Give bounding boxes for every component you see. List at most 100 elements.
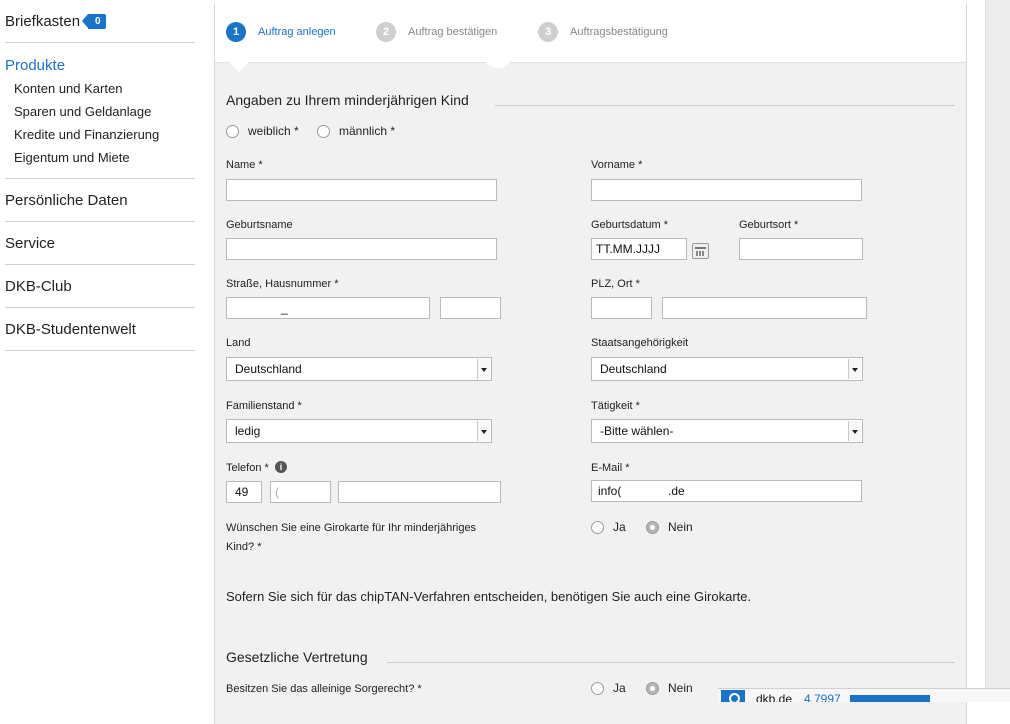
sidebar-subitem-property[interactable]: Eigentum und Miete: [14, 150, 130, 165]
step-number: 1: [226, 22, 246, 42]
zipcity-label: PLZ, Ort *: [591, 278, 640, 290]
country-select[interactable]: Deutschland: [226, 357, 492, 381]
radio-circle[interactable]: [591, 681, 604, 695]
section-title-legal: Gesetzliche Vertretung: [226, 649, 378, 665]
sidebar-item-service[interactable]: Service: [5, 235, 55, 252]
street-input[interactable]: _: [226, 297, 430, 319]
progress-steps: 1 Auftrag anlegen 2 Auftrag bestätigen 3…: [215, 4, 966, 63]
radio-circle[interactable]: [226, 124, 239, 138]
birthplace-label: Geburtsort *: [739, 219, 799, 231]
section-title-child: Angaben zu Ihrem minderjährigen Kind: [226, 92, 479, 108]
rating-popup[interactable]: dkb.de 4.7997: [718, 688, 1010, 702]
sidebar-subitem-credits[interactable]: Kredite und Finanzierung: [14, 127, 159, 142]
birthplace-input[interactable]: [739, 238, 863, 260]
scrollbar-track[interactable]: [985, 0, 1010, 701]
birthdate-input[interactable]: TT.MM.JJJJ: [591, 238, 687, 260]
nationality-select[interactable]: Deutschland: [591, 357, 863, 381]
step-label: Auftragsbestätigung: [570, 26, 668, 38]
sidebar-item-personal-data[interactable]: Persönliche Daten: [5, 192, 128, 209]
radio-label: weiblich *: [248, 124, 299, 138]
phone-area-input[interactable]: (: [270, 481, 331, 503]
radio-female[interactable]: weiblich *: [226, 124, 299, 138]
radio-custody-no[interactable]: Nein: [646, 681, 693, 695]
search-icon: [721, 690, 745, 702]
sidebar-subitem-savings[interactable]: Sparen und Geldanlage: [14, 104, 151, 119]
radio-label: Ja: [613, 681, 626, 695]
divider: [5, 264, 195, 265]
radio-label: Ja: [613, 520, 626, 534]
radio-girocard-no[interactable]: Nein: [646, 520, 693, 534]
phone-number-input[interactable]: [338, 481, 501, 503]
step-order-confirmation: 3 Auftragsbestätigung: [538, 22, 668, 42]
sidebar-item-products[interactable]: Produkte: [5, 57, 65, 74]
divider: [5, 42, 195, 43]
radio-circle[interactable]: [646, 520, 659, 534]
divider: [5, 350, 195, 351]
divider: [5, 178, 195, 179]
order-form-panel: 1 Auftrag anlegen 2 Auftrag bestätigen 3…: [214, 4, 967, 724]
active-step-pointer: [229, 62, 249, 72]
housenumber-input[interactable]: [440, 297, 501, 319]
nationality-value: Deutschland: [600, 362, 667, 376]
chevron-down-icon[interactable]: [477, 359, 490, 379]
firstname-input[interactable]: [591, 179, 862, 201]
sidebar-item-studentenwelt[interactable]: DKB-Studentenwelt: [5, 321, 136, 338]
step-label: Auftrag anlegen: [258, 26, 336, 38]
zip-input[interactable]: [591, 297, 652, 319]
chevron-down-icon[interactable]: [477, 421, 490, 441]
email-label: E-Mail *: [591, 462, 630, 474]
mailbox-count-badge: 0: [82, 14, 106, 29]
name-input[interactable]: [226, 179, 497, 201]
mailbox-label: Briefkasten: [5, 13, 81, 30]
custody-question: Besitzen Sie das alleinige Sorgerecht? *: [226, 683, 422, 695]
name-label: Name *: [226, 159, 263, 171]
occupation-select[interactable]: -Bitte wählen-: [591, 419, 863, 443]
radio-label: Nein: [668, 520, 693, 534]
radio-label: Nein: [668, 681, 693, 695]
calendar-icon[interactable]: [692, 243, 709, 259]
step-indicator-notch: [483, 53, 513, 68]
street-label: Straße, Hausnummer *: [226, 278, 339, 290]
birthdate-label: Geburtsdatum *: [591, 219, 669, 231]
occupation-value: -Bitte wählen-: [600, 424, 674, 438]
chiptan-note: Sofern Sie sich für das chipTAN-Verfahre…: [226, 589, 752, 604]
birthname-label: Geburtsname: [226, 219, 293, 231]
step-number: 2: [376, 22, 396, 42]
country-label: Land: [226, 337, 251, 349]
section-divider: [495, 105, 955, 106]
radio-circle[interactable]: [646, 681, 659, 695]
radio-girocard-yes[interactable]: Ja: [591, 520, 626, 534]
step-create-order: 1 Auftrag anlegen: [226, 22, 336, 42]
birthname-input[interactable]: [226, 238, 497, 260]
step-number: 3: [538, 22, 558, 42]
divider: [5, 221, 195, 222]
sidebar-item-mailbox[interactable]: Briefkasten 0: [5, 13, 106, 30]
marital-value: ledig: [235, 424, 261, 438]
marital-label: Familienstand *: [226, 400, 302, 412]
sidebar-navigation: Briefkasten 0 Produkte Konten und Karten…: [0, 0, 195, 701]
radio-circle[interactable]: [317, 124, 330, 138]
radio-circle[interactable]: [591, 520, 604, 534]
firstname-label: Vorname *: [591, 159, 643, 171]
nationality-label: Staatsangehörigkeit: [591, 337, 689, 349]
radio-label: männlich *: [339, 124, 396, 138]
city-input[interactable]: [662, 297, 867, 319]
phone-country-input[interactable]: 49: [226, 481, 262, 503]
divider: [5, 307, 195, 308]
phone-label: Telefon *: [226, 462, 269, 474]
step-label: Auftrag bestätigen: [408, 26, 498, 38]
step-confirm-order: 2 Auftrag bestätigen: [376, 22, 497, 42]
occupation-label: Tätigkeit *: [591, 400, 640, 412]
girocard-question: Wünschen Sie eine Girokarte für Ihr mind…: [226, 522, 477, 553]
radio-male[interactable]: männlich *: [317, 124, 395, 138]
sidebar-subitem-accounts-cards[interactable]: Konten und Karten: [14, 81, 122, 96]
marital-select[interactable]: ledig: [226, 419, 492, 443]
email-input[interactable]: info( .de: [591, 480, 862, 502]
chevron-down-icon[interactable]: [848, 359, 861, 379]
info-icon[interactable]: i: [275, 461, 287, 473]
chevron-down-icon[interactable]: [848, 421, 861, 441]
radio-custody-yes[interactable]: Ja: [591, 681, 626, 695]
country-value: Deutschland: [235, 362, 302, 376]
section-divider: [387, 662, 955, 663]
sidebar-item-dkb-club[interactable]: DKB-Club: [5, 278, 72, 295]
